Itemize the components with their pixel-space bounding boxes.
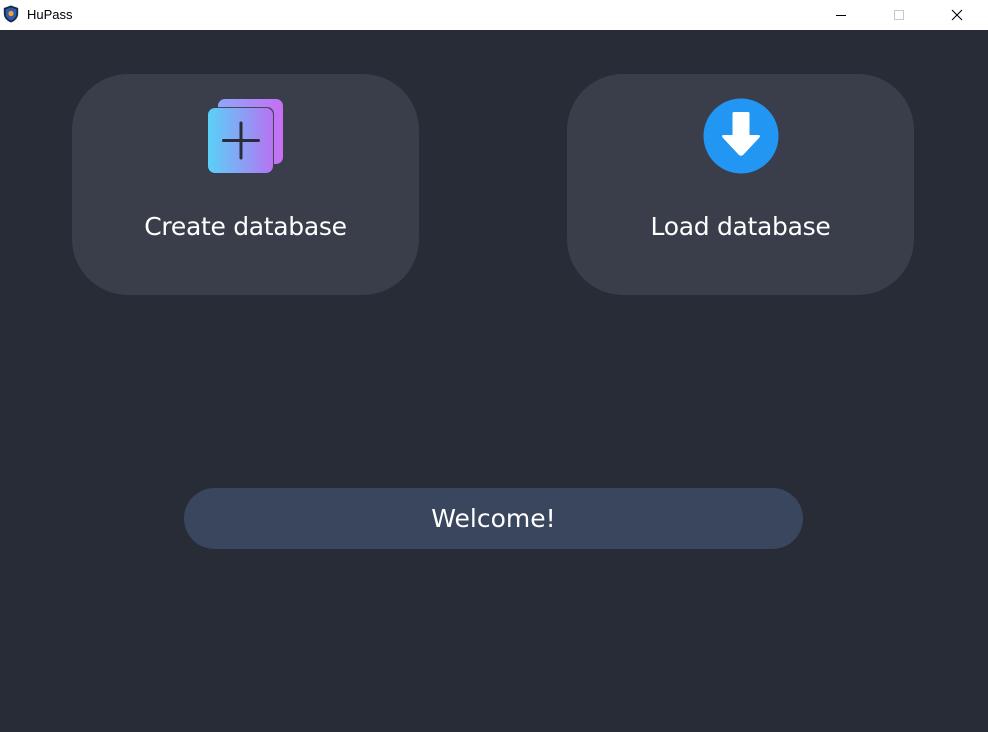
app-window: HuPass Create database Load database Wel… [0,0,988,732]
status-message-bar: Welcome! [184,488,803,549]
maximize-icon [894,10,904,20]
shield-logo-icon [3,5,19,23]
minimize-button[interactable] [818,0,864,30]
minimize-icon [836,15,846,16]
close-button[interactable] [934,0,980,30]
load-database-button[interactable]: Load database [567,74,914,295]
maximize-button[interactable] [876,0,922,30]
create-database-label: Create database [144,212,347,241]
window-title: HuPass [27,7,73,22]
load-database-label: Load database [650,212,831,241]
create-database-button[interactable]: Create database [72,74,419,295]
welcome-text: Welcome! [431,504,556,533]
title-bar[interactable]: HuPass [0,0,988,30]
add-stack-icon [208,99,283,173]
close-icon [951,9,963,21]
download-arrow-icon [703,98,779,174]
